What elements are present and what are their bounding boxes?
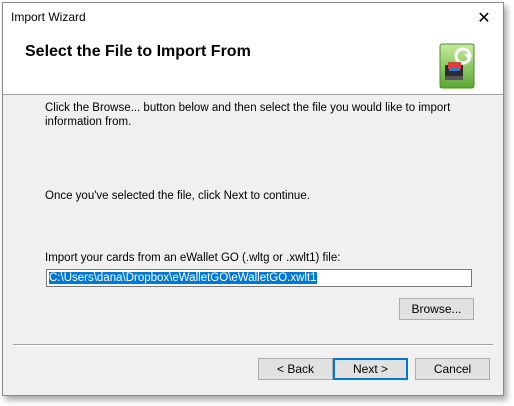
back-button[interactable]: < Back [258, 358, 333, 380]
title-bar[interactable]: Import Wizard ✕ [3, 3, 503, 32]
window-title: Import Wizard [11, 10, 86, 24]
page-title: Select the File to Import From [25, 43, 251, 60]
file-path-value: C:\Users\dana\Dropbox\eWalletGO\eWalletG… [49, 272, 317, 284]
file-field-label: Import your cards from an eWallet GO (.w… [45, 252, 341, 264]
next-button[interactable]: Next > [333, 358, 408, 380]
file-path-input[interactable]: C:\Users\dana\Dropbox\eWalletGO\eWalletG… [46, 269, 472, 287]
footer-separator [13, 344, 493, 346]
close-icon: ✕ [477, 9, 491, 27]
browse-button[interactable]: Browse... [399, 298, 474, 320]
next-hint-text: Once you've selected the file, click Nex… [45, 190, 310, 202]
cancel-button[interactable]: Cancel [415, 358, 490, 380]
wizard-header: Select the File to Import From [3, 32, 503, 95]
import-wizard-window: Import Wizard ✕ Select the File to Impor… [2, 2, 504, 396]
instruction-text: Click the Browse... button below and the… [45, 102, 451, 128]
close-button[interactable]: ✕ [465, 3, 503, 32]
ewallet-import-icon [439, 43, 475, 89]
